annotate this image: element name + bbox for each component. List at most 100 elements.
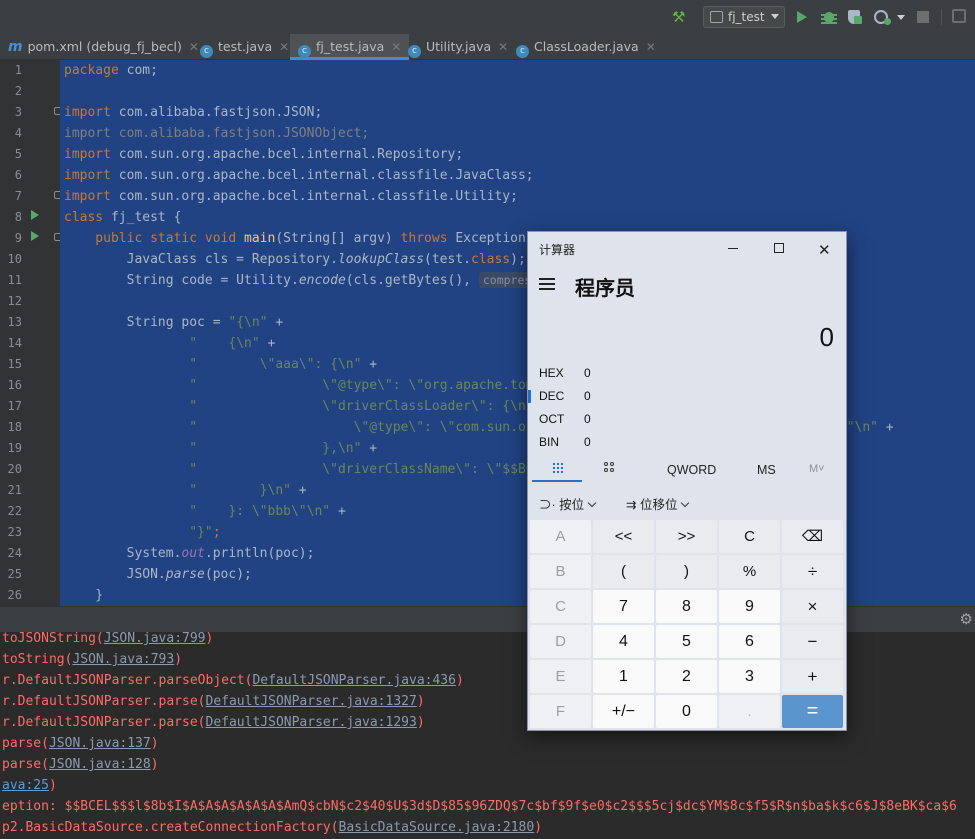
bitwise-dropdown[interactable]: ⊃· 按位 xyxy=(539,494,597,513)
run-configuration-select[interactable]: fj_test xyxy=(703,6,785,28)
line-number: 22 xyxy=(7,504,22,518)
java-class-icon: c xyxy=(298,45,311,58)
run-gutter-icon[interactable] xyxy=(31,210,39,220)
stack-trace-link[interactable]: JSON.java:128 xyxy=(49,757,151,772)
key-right-paren[interactable]: ) xyxy=(656,555,717,588)
key-1[interactable]: 1 xyxy=(593,660,654,693)
ide-toolbar: ⚒ fj_test xyxy=(0,0,975,34)
key-decimal: . xyxy=(719,695,780,728)
bit-toggle-keypad-icon[interactable] xyxy=(604,462,616,474)
radix-dec[interactable]: DEC 0 xyxy=(539,389,591,403)
active-tab-underline xyxy=(532,480,582,482)
maximize-button[interactable] xyxy=(756,232,802,264)
run-play-icon[interactable] xyxy=(797,11,807,23)
key-backspace[interactable]: ⌫ xyxy=(782,520,843,553)
code-line-13: String poc = "{\n" + xyxy=(64,315,284,330)
key-a: A xyxy=(530,520,591,553)
key-multiply[interactable]: × xyxy=(782,590,843,623)
radix-hex[interactable]: HEX 0 xyxy=(539,366,591,380)
stack-trace-link[interactable]: JSON.java:799 xyxy=(104,632,206,646)
close-icon[interactable]: ✕ xyxy=(189,40,199,54)
key-add[interactable]: + xyxy=(782,660,843,693)
key-left-paren[interactable]: ( xyxy=(593,555,654,588)
code-line-10: JavaClass cls = Repository.lookupClass(t… xyxy=(64,252,526,267)
key-equals[interactable]: = xyxy=(782,695,843,728)
console-line: toString(JSON.java:793) xyxy=(2,652,183,667)
code-line-23: "}"; xyxy=(189,525,221,540)
code-line-25: JSON.parse(poc); xyxy=(64,567,252,582)
gear-icon[interactable]: ⚙ xyxy=(960,610,973,628)
debug-bug-icon[interactable] xyxy=(821,8,837,26)
stack-trace-link[interactable]: DefaultJSONParser.java:1293 xyxy=(206,715,417,730)
close-icon[interactable]: ✕ xyxy=(391,40,401,54)
line-number: 18 xyxy=(7,420,22,434)
code-line-7: import com.sun.org.apache.bcel.internal.… xyxy=(64,189,518,204)
line-number: 14 xyxy=(7,336,22,350)
key-5[interactable]: 5 xyxy=(656,625,717,658)
bitshift-arrows-icon: ⇉ xyxy=(626,498,637,512)
line-number: 8 xyxy=(14,210,22,224)
key-9[interactable]: 9 xyxy=(719,590,780,623)
tab-fj-test-java[interactable]: c fj_test.java ✕ xyxy=(290,34,410,60)
key-3[interactable]: 3 xyxy=(719,660,780,693)
stack-trace-link[interactable]: JSON.java:793 xyxy=(72,652,174,667)
close-icon[interactable]: ✕ xyxy=(646,40,656,54)
code-line-5: import com.sun.org.apache.bcel.internal.… xyxy=(64,147,464,162)
restore-layout-icon[interactable] xyxy=(952,9,966,23)
key-8[interactable]: 8 xyxy=(656,590,717,623)
profile-icon[interactable] xyxy=(874,8,891,26)
coverage-shield-icon[interactable] xyxy=(847,8,863,26)
console-line: r.DefaultJSONParser.parseObject(DefaultJ… xyxy=(2,673,464,688)
stack-trace-link[interactable]: BasicDataSource.java:2180 xyxy=(339,820,535,835)
close-button[interactable]: ✕ xyxy=(802,232,848,264)
hamburger-menu-icon[interactable] xyxy=(539,278,555,290)
bitshift-dropdown[interactable]: ⇉ 位移位 xyxy=(626,494,690,513)
stack-trace-link[interactable]: DefaultJSONParser.java:1327 xyxy=(206,694,417,709)
radix-bin[interactable]: BIN 0 xyxy=(539,435,591,449)
tab-test-java[interactable]: c test.java ✕ xyxy=(200,34,289,60)
tab-utility-java[interactable]: c Utility.java ✕ xyxy=(408,34,508,60)
key-2[interactable]: 2 xyxy=(656,660,717,693)
run-gutter-icon[interactable] xyxy=(31,231,39,241)
close-icon[interactable]: ✕ xyxy=(498,40,508,54)
calculator-mode-title: 程序员 xyxy=(575,278,635,300)
key-clear[interactable]: C xyxy=(719,520,780,553)
key-shift-right[interactable]: >> xyxy=(656,520,717,553)
calculator-titlebar[interactable]: 计算器 ✕ xyxy=(528,232,846,264)
stack-trace-link[interactable]: DefaultJSONParser.java:436 xyxy=(252,673,456,688)
key-negate[interactable]: +/− xyxy=(593,695,654,728)
memory-store-button[interactable]: MS xyxy=(757,463,776,477)
key-percent[interactable]: % xyxy=(719,555,780,588)
tab-label: Utility.java xyxy=(426,39,492,54)
key-4[interactable]: 4 xyxy=(593,625,654,658)
key-0[interactable]: 0 xyxy=(656,695,717,728)
minimize-button[interactable] xyxy=(710,232,756,264)
maximize-icon xyxy=(774,243,784,253)
radix-oct[interactable]: OCT 0 xyxy=(539,412,591,426)
memory-list-button: M˅ xyxy=(809,463,825,475)
stop-icon[interactable] xyxy=(917,11,929,23)
close-icon[interactable]: ✕ xyxy=(279,40,289,54)
key-shift-left[interactable]: << xyxy=(593,520,654,553)
stack-trace-link[interactable]: JSON.java:137 xyxy=(49,736,151,751)
calculator-window: 计算器 ✕ 程序员 0 HEX 0 DEC 0 OCT 0 BIN 0 QWORD MS… xyxy=(527,231,847,731)
key-c-hex: C xyxy=(530,590,591,623)
key-divide[interactable]: ÷ xyxy=(782,555,843,588)
line-number: 16 xyxy=(7,378,22,392)
key-6[interactable]: 6 xyxy=(719,625,780,658)
stack-trace-link[interactable]: ava:25 xyxy=(2,778,49,793)
line-number: 10 xyxy=(7,252,22,266)
tab-pom-xml[interactable]: m pom.xml (debug_fj_becl) ✕ xyxy=(8,34,199,60)
build-hammer-icon[interactable]: ⚒ xyxy=(672,8,690,26)
key-7[interactable]: 7 xyxy=(593,590,654,623)
code-line-9: public static void main(String[] argv) t… xyxy=(64,231,542,246)
code-line-21: " }\n" + xyxy=(189,483,307,498)
chevron-down-icon[interactable] xyxy=(897,15,905,20)
full-keypad-icon[interactable] xyxy=(552,462,564,474)
line-number: 2 xyxy=(14,84,22,98)
key-subtract[interactable]: − xyxy=(782,625,843,658)
tab-classloader-java[interactable]: c ClassLoader.java ✕ xyxy=(516,34,656,60)
line-number: 15 xyxy=(7,357,22,371)
editor-gutter: 1 2 3 4 5 6 7 8 9 10 11 12 13 14 15 16 1… xyxy=(0,60,62,606)
word-size-button[interactable]: QWORD xyxy=(667,463,716,477)
